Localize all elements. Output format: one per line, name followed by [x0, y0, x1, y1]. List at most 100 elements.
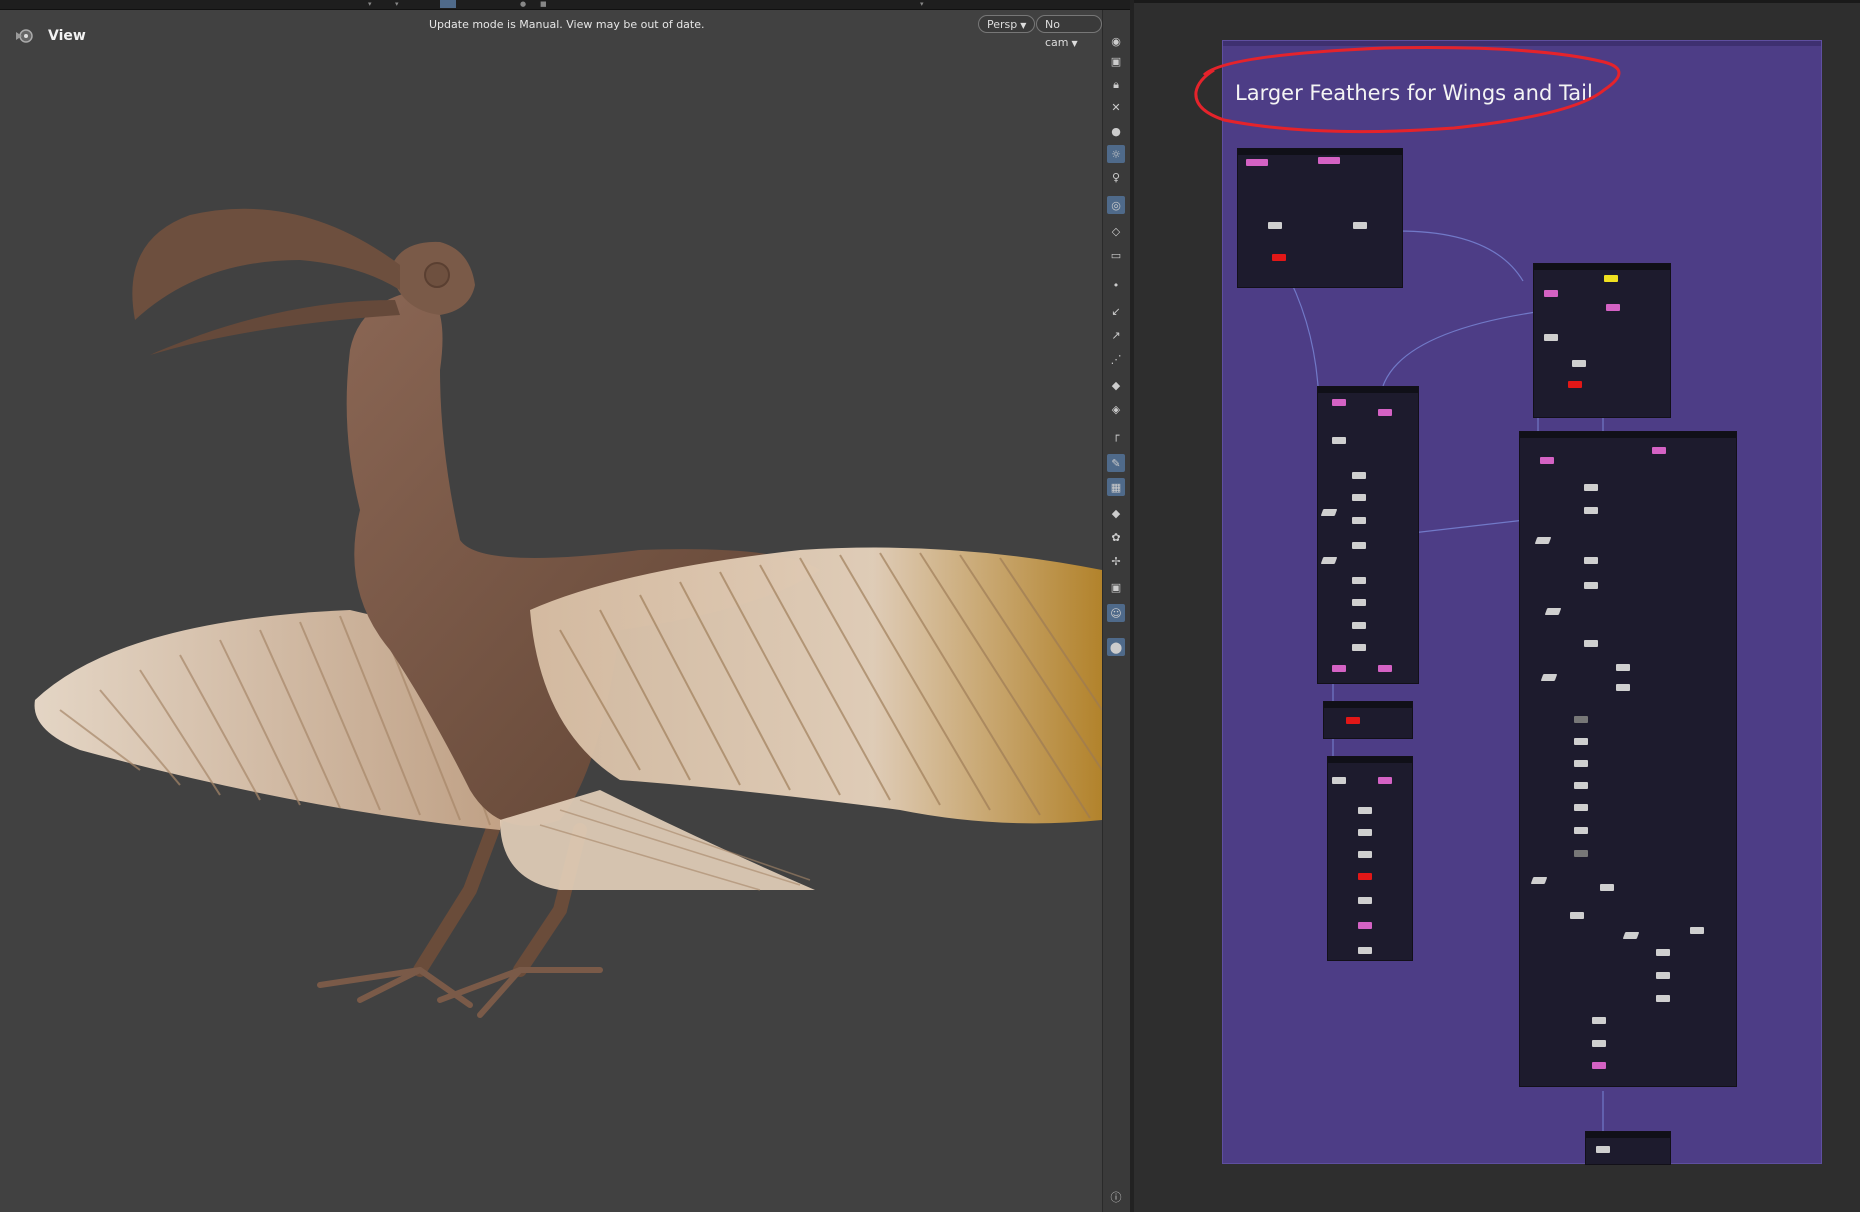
guide-node[interactable] [1690, 927, 1704, 934]
guide-node[interactable] [1358, 851, 1372, 858]
null-node[interactable] [1378, 665, 1392, 672]
subnet-box[interactable] [1519, 431, 1737, 1087]
group-node[interactable] [1592, 1040, 1606, 1047]
group-node[interactable] [1358, 947, 1372, 954]
guide-node[interactable] [1358, 829, 1372, 836]
dropdown-arrow-icon[interactable]: ▾ [920, 0, 930, 8]
guide-node[interactable] [1332, 777, 1346, 784]
guide-node[interactable] [1600, 884, 1614, 891]
guide-node[interactable] [1358, 897, 1372, 904]
guide-node[interactable] [1574, 804, 1588, 811]
guide-node[interactable] [1352, 577, 1366, 584]
guide-node[interactable] [1596, 1146, 1610, 1153]
attribute-node[interactable] [1534, 537, 1552, 544]
guide-node[interactable] [1574, 716, 1588, 723]
feather-deform-node[interactable] [1568, 381, 1582, 388]
camera-icon[interactable]: ▭ [1107, 246, 1125, 264]
lock-icon[interactable]: 🔒︎ [1107, 76, 1125, 94]
feather-deform-node[interactable] [1346, 717, 1360, 724]
guide-node[interactable] [1352, 472, 1366, 479]
scene-viewport[interactable]: View Update mode is Manual. View may be … [0, 10, 1102, 1212]
camera-icon[interactable]: ◎ [1107, 196, 1125, 214]
network-editor[interactable]: Larger Feathers for Wings and Tail [1134, 0, 1860, 1212]
point-icon[interactable]: • [1107, 276, 1125, 294]
guide-node[interactable] [1584, 484, 1598, 491]
feather-node[interactable] [1358, 873, 1372, 880]
circle-icon[interactable]: ● [520, 0, 530, 8]
null-node[interactable] [1540, 457, 1554, 464]
square-icon[interactable]: ■ [540, 0, 550, 8]
attribute-node[interactable] [1544, 608, 1562, 615]
null-node[interactable] [1378, 777, 1392, 784]
null-node[interactable] [1332, 399, 1346, 406]
guide-node[interactable] [1584, 507, 1598, 514]
guide-node[interactable] [1352, 494, 1366, 501]
network-box[interactable]: Larger Feathers for Wings and Tail [1222, 40, 1822, 1165]
subnet-box[interactable] [1585, 1131, 1671, 1165]
null-node[interactable] [1332, 665, 1346, 672]
guide-node[interactable] [1574, 760, 1588, 767]
handle-icon[interactable]: ✢ [1107, 552, 1125, 570]
guide-node[interactable] [1352, 542, 1366, 549]
brush-icon[interactable]: ↙ [1107, 302, 1125, 320]
dropdown-arrow-icon[interactable]: ▾ [368, 0, 378, 8]
light-icon[interactable]: ♀ [1107, 168, 1125, 186]
guide-node[interactable] [1656, 949, 1670, 956]
dropdown-arrow-icon[interactable]: ▾ [395, 0, 405, 8]
corner-icon[interactable]: ┌ [1107, 426, 1125, 444]
guide-node[interactable] [1584, 557, 1598, 564]
guide-node[interactable] [1656, 972, 1670, 979]
guide-node[interactable] [1592, 1017, 1606, 1024]
guide-node[interactable] [1570, 912, 1584, 919]
guide-node[interactable] [1544, 334, 1558, 341]
guide-node[interactable] [1352, 622, 1366, 629]
guide-node[interactable] [1584, 640, 1598, 647]
layers-icon[interactable]: ◆ [1107, 504, 1125, 522]
guide-node[interactable] [1574, 850, 1588, 857]
guide-node[interactable] [1616, 684, 1630, 691]
measure-icon[interactable]: ⋰ [1107, 350, 1125, 368]
feather-template-node[interactable] [1604, 275, 1618, 282]
bug-icon[interactable]: ✿ [1107, 528, 1125, 546]
light-icon[interactable]: ☼ [1107, 145, 1125, 163]
subnet-box[interactable] [1533, 263, 1671, 418]
display-icon[interactable]: ◇ [1107, 222, 1125, 240]
ghost-icon[interactable]: ✕ [1107, 98, 1125, 116]
subnet-box[interactable] [1327, 756, 1413, 961]
pen-icon[interactable]: ↗ [1107, 326, 1125, 344]
attribute-node[interactable] [1530, 877, 1548, 884]
guide-node[interactable] [1572, 360, 1586, 367]
guide-node[interactable] [1574, 782, 1588, 789]
guide-node[interactable] [1616, 664, 1630, 671]
attribute-node[interactable] [1622, 932, 1640, 939]
shading-icon[interactable]: ● [1107, 122, 1125, 140]
pin-icon[interactable]: ⬤ [1107, 638, 1125, 656]
null-node[interactable] [1378, 409, 1392, 416]
merge-node[interactable] [1268, 222, 1282, 229]
select-icon[interactable]: ▣ [1107, 52, 1125, 70]
subnet-box[interactable] [1323, 701, 1413, 739]
merge-node[interactable] [1353, 222, 1367, 229]
guide-node[interactable] [1574, 827, 1588, 834]
null-node[interactable] [1272, 254, 1286, 261]
null-node[interactable] [1544, 290, 1558, 297]
attribute-node[interactable] [1320, 557, 1338, 564]
paint-icon[interactable]: ◆ [1107, 376, 1125, 394]
attribute-node[interactable] [1540, 674, 1558, 681]
guide-node[interactable] [1656, 995, 1670, 1002]
null-node[interactable] [1358, 922, 1372, 929]
guide-node[interactable] [1352, 644, 1366, 651]
guide-node[interactable] [1352, 517, 1366, 524]
guide-node[interactable] [1352, 599, 1366, 606]
attribute-node[interactable] [1320, 509, 1338, 516]
user-icon[interactable]: ☺ [1107, 604, 1125, 622]
guide-node[interactable] [1332, 437, 1346, 444]
frame-icon[interactable]: ▣ [1107, 578, 1125, 596]
guide-node[interactable] [1358, 807, 1372, 814]
toggle-icon[interactable] [440, 0, 456, 8]
edit-icon[interactable]: ✎ [1107, 454, 1125, 472]
eye-icon[interactable]: ◉ [1107, 32, 1125, 50]
null-node[interactable] [1606, 304, 1620, 311]
grid-icon[interactable]: ▦ [1107, 478, 1125, 496]
paint-icon[interactable]: ◈ [1107, 400, 1125, 418]
